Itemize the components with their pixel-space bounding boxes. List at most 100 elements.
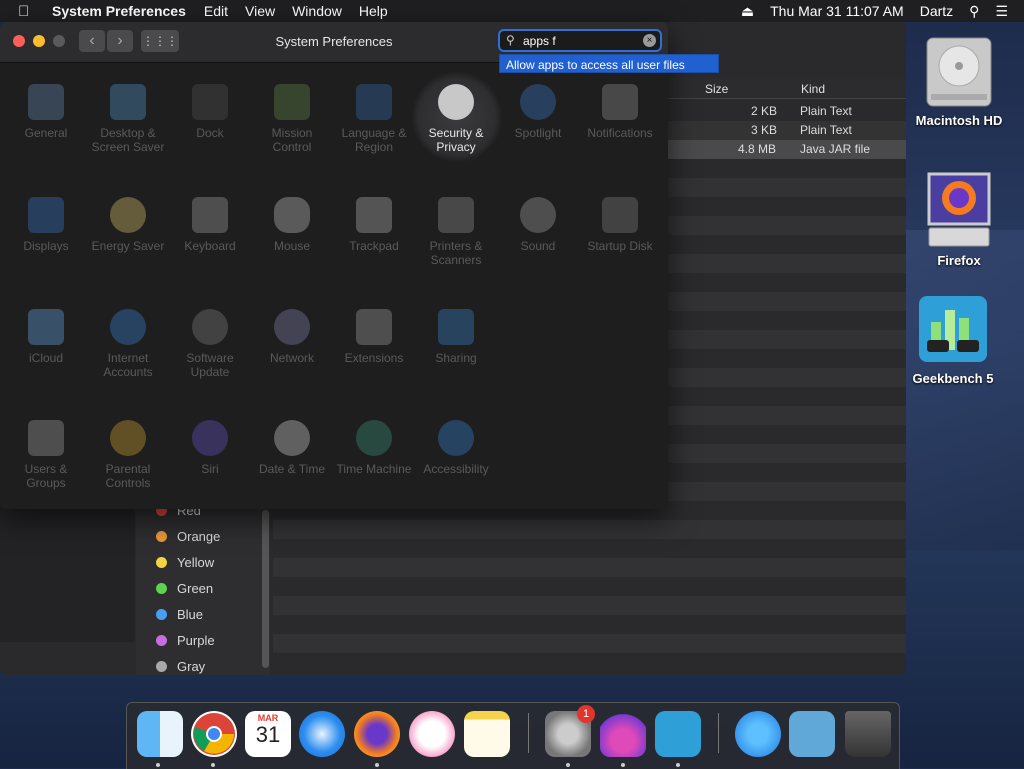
pane-spotlight[interactable]: Spotlight [497, 84, 579, 140]
running-indicator [566, 763, 570, 767]
pane-dock[interactable]: Dock [169, 84, 251, 140]
running-indicator [156, 763, 160, 767]
eject-icon[interactable]: ⏏ [741, 3, 754, 20]
pane-label: iCloud [28, 351, 64, 365]
column-kind[interactable]: Kind [801, 82, 825, 96]
tag-dot [156, 609, 167, 620]
notes-icon[interactable] [464, 711, 510, 757]
search-suggestion-item[interactable]: Allow apps to access all user files [499, 54, 719, 73]
pane-time-machine[interactable]: Time Machine [333, 420, 415, 476]
tag-blue[interactable]: Blue [156, 607, 203, 622]
empty-row [273, 634, 906, 653]
accessibility-icon [438, 420, 474, 456]
notifications-icon [602, 84, 638, 120]
pane-icloud[interactable]: iCloud [5, 309, 87, 365]
apple-menu-icon[interactable]:  [18, 3, 38, 20]
pane-desktop[interactable]: Desktop & Screen Saver [87, 84, 169, 154]
installer-icon[interactable] [600, 711, 646, 757]
row-size: 4.8 MB [738, 142, 777, 156]
safari-icon[interactable] [299, 711, 345, 757]
spotlight-search-icon[interactable]: ⚲ [969, 3, 979, 20]
gear-icon [192, 309, 228, 345]
pane-label: Sharing [435, 351, 477, 365]
row-size: 3 KB [751, 123, 778, 137]
clear-search-icon[interactable]: × [643, 34, 656, 47]
pane-label: Accessibility [423, 462, 489, 476]
calendar-icon[interactable]: MAR 31 [245, 711, 291, 757]
pane-keyboard[interactable]: Keyboard [169, 197, 251, 253]
menu-user[interactable]: Dartz [920, 3, 953, 19]
itunes-icon[interactable] [409, 711, 455, 757]
pane-energy-saver[interactable]: Energy Saver [87, 197, 169, 253]
app-store-icon[interactable] [735, 711, 781, 757]
parental-icon [110, 420, 146, 456]
pane-general[interactable]: General [5, 84, 87, 140]
chrome-icon[interactable] [191, 711, 237, 757]
pane-parental-controls[interactable]: Parental Controls [87, 420, 169, 490]
tag-purple[interactable]: Purple [156, 633, 215, 648]
tag-orange[interactable]: Orange [156, 529, 220, 544]
pane-printers[interactable]: Printers & Scanners [415, 197, 497, 267]
menu-edit[interactable]: Edit [204, 3, 228, 19]
dock-separator [718, 713, 719, 753]
pane-trackpad[interactable]: Trackpad [333, 197, 415, 253]
finder-icon[interactable] [137, 711, 183, 757]
menu-help[interactable]: Help [359, 3, 388, 19]
mission-control-icon [274, 84, 310, 120]
menu-app-name[interactable]: System Preferences [52, 3, 186, 19]
system-preferences-icon[interactable]: 1 [545, 705, 595, 757]
pane-notifications[interactable]: Notifications [579, 84, 661, 140]
pane-software-update[interactable]: Software Update [169, 309, 251, 379]
geekbench-icon[interactable] [655, 711, 701, 757]
running-indicator [621, 763, 625, 767]
pane-mission-control[interactable]: Mission Control [251, 84, 333, 154]
desktop-icon-macintosh-hd[interactable]: Macintosh HD [909, 32, 1009, 128]
empty-row [273, 558, 906, 577]
tag-gray[interactable]: Gray [156, 659, 205, 674]
row-kind: Plain Text [800, 104, 852, 118]
pane-sharing[interactable]: Sharing [415, 309, 497, 365]
trash-icon[interactable] [845, 711, 891, 757]
pane-displays[interactable]: Displays [5, 197, 87, 253]
pane-label: Network [269, 351, 314, 365]
tags-scrollbar[interactable] [262, 510, 269, 668]
pane-sound[interactable]: Sound [497, 197, 579, 253]
pane-label: Internet Accounts [103, 351, 153, 379]
row-size: 2 KB [751, 104, 778, 118]
pane-accessibility[interactable]: Accessibility [415, 420, 497, 476]
control-center-icon[interactable]: ☰ [995, 3, 1008, 20]
pane-mouse[interactable]: Mouse [251, 197, 333, 253]
pane-siri[interactable]: Siri [169, 420, 251, 476]
pane-internet-accounts[interactable]: Internet Accounts [87, 309, 169, 379]
pane-date-time[interactable]: Date & Time [251, 420, 333, 476]
tag-yellow[interactable]: Yellow [156, 555, 214, 570]
tag-dot [156, 583, 167, 594]
pane-label: Date & Time [258, 462, 326, 476]
menu-window[interactable]: Window [292, 3, 342, 19]
pane-label: Printers & Scanners [429, 239, 483, 267]
column-size[interactable]: Size [705, 82, 728, 96]
printer-icon [438, 197, 474, 233]
search-input[interactable]: ⚲ apps f × [498, 29, 662, 52]
row-kind: Java JAR file [800, 142, 871, 156]
menu-datetime[interactable]: Thu Mar 31 11:07 AM [770, 3, 904, 19]
displays-icon [28, 197, 64, 233]
pane-network[interactable]: Network [251, 309, 333, 365]
pane-extensions[interactable]: Extensions [333, 309, 415, 365]
downloads-folder-icon[interactable] [789, 711, 835, 757]
security-house-icon [438, 84, 474, 120]
firefox-icon[interactable] [354, 711, 400, 757]
pane-security-privacy[interactable]: Security & Privacy [415, 84, 497, 154]
pane-language[interactable]: Language & Region [333, 84, 415, 154]
desktop-icon-firefox[interactable]: Firefox [909, 170, 1009, 268]
geekbench-icon [919, 296, 987, 362]
pane-users-groups[interactable]: Users & Groups [5, 420, 87, 490]
tag-green[interactable]: Green [156, 581, 213, 596]
desktop-icon-geekbench[interactable]: Geekbench 5 [903, 292, 1003, 386]
menu-view[interactable]: View [245, 3, 275, 19]
tag-dot [156, 661, 167, 672]
firefox-installer-icon [927, 172, 991, 247]
dock-icon [192, 84, 228, 120]
pane-label: Parental Controls [105, 462, 151, 490]
pane-startup-disk[interactable]: Startup Disk [579, 197, 661, 253]
